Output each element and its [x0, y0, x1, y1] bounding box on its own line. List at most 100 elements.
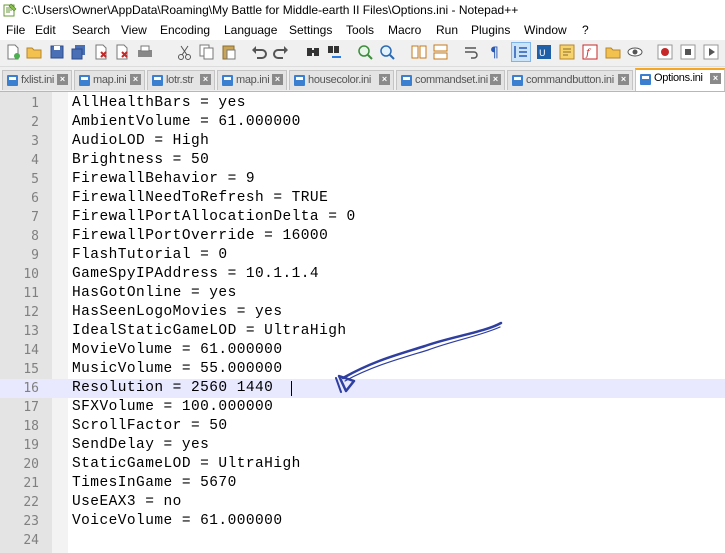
play-macro-icon[interactable]	[702, 43, 720, 61]
save-icon[interactable]	[48, 43, 66, 61]
editor-line[interactable]: 9 FlashTutorial = 0	[0, 246, 725, 265]
line-text[interactable]: Brightness = 50	[72, 151, 209, 170]
show-all-characters-icon[interactable]: ¶	[486, 43, 504, 61]
tab-commandset-ini[interactable]: commandset.ini ×	[396, 70, 505, 90]
editor-line[interactable]: 11 HasGotOnline = yes	[0, 284, 725, 303]
tab-fxlist-ini[interactable]: fxlist.ini ×	[2, 70, 72, 90]
menu-file[interactable]: File	[6, 23, 25, 37]
editor-line[interactable]: 23 VoiceVolume = 61.000000	[0, 512, 725, 531]
open-file-icon[interactable]	[25, 43, 43, 61]
replace-icon[interactable]	[326, 43, 344, 61]
indent-guide-icon[interactable]	[511, 42, 531, 62]
line-text[interactable]: HasSeenLogoMovies = yes	[72, 303, 282, 322]
undo-icon[interactable]	[250, 43, 268, 61]
line-text[interactable]: MusicVolume = 55.000000	[72, 360, 282, 379]
editor-line[interactable]: 18 ScrollFactor = 50	[0, 417, 725, 436]
editor-line[interactable]: 6 FirewallNeedToRefresh = TRUE	[0, 189, 725, 208]
folder-workspace-icon[interactable]	[604, 43, 622, 61]
line-text[interactable]: FirewallPortAllocationDelta = 0	[72, 208, 356, 227]
function-list-icon[interactable]: f	[581, 43, 599, 61]
menu-tools[interactable]: Tools	[346, 23, 374, 37]
tab-close-icon[interactable]: ×	[200, 74, 211, 85]
tab-close-icon[interactable]: ×	[272, 74, 283, 85]
editor-line[interactable]: 2 AmbientVolume = 61.000000	[0, 113, 725, 132]
menu-language[interactable]: Language	[224, 23, 277, 37]
editor-line[interactable]: 5 FirewallBehavior = 9	[0, 170, 725, 189]
editor-line[interactable]: 22 UseEAX3 = no	[0, 493, 725, 512]
menu-window[interactable]: Window	[524, 23, 567, 37]
line-text[interactable]: SendDelay = yes	[72, 436, 209, 455]
sync-vertical-icon[interactable]	[410, 43, 428, 61]
close-all-icon[interactable]	[114, 43, 132, 61]
menu-macro[interactable]: Macro	[388, 23, 421, 37]
editor-line[interactable]: 1 AllHealthBars = yes	[0, 94, 725, 113]
zoom-in-icon[interactable]	[356, 43, 374, 61]
save-all-icon[interactable]	[70, 43, 88, 61]
line-text[interactable]: FlashTutorial = 0	[72, 246, 228, 265]
zoom-out-icon[interactable]	[378, 43, 396, 61]
tab-close-icon[interactable]: ×	[618, 74, 629, 85]
editor-line[interactable]: 7 FirewallPortAllocationDelta = 0	[0, 208, 725, 227]
editor-line[interactable]: 24	[0, 531, 725, 550]
redo-icon[interactable]	[272, 43, 290, 61]
line-text[interactable]: IdealStaticGameLOD = UltraHigh	[72, 322, 347, 341]
line-text[interactable]: AllHealthBars = yes	[72, 94, 246, 113]
tab-commandbutton-ini[interactable]: commandbutton.ini ×	[507, 70, 633, 90]
editor-line[interactable]: 19 SendDelay = yes	[0, 436, 725, 455]
paste-icon[interactable]	[220, 43, 238, 61]
copy-icon[interactable]	[198, 43, 216, 61]
editor-line[interactable]: 3 AudioLOD = High	[0, 132, 725, 151]
menu-encoding[interactable]: Encoding	[160, 23, 210, 37]
print-icon[interactable]	[136, 43, 154, 61]
cut-icon[interactable]	[176, 43, 194, 61]
editor-line[interactable]: 16 Resolution = 2560 1440	[0, 379, 725, 398]
line-text[interactable]: UseEAX3 = no	[72, 493, 182, 512]
line-text[interactable]: ScrollFactor = 50	[72, 417, 228, 436]
tab-close-icon[interactable]: ×	[57, 74, 68, 85]
record-macro-icon[interactable]	[656, 43, 674, 61]
line-text[interactable]: FirewallNeedToRefresh = TRUE	[72, 189, 328, 208]
line-text[interactable]: StaticGameLOD = UltraHigh	[72, 455, 301, 474]
find-icon[interactable]	[304, 43, 322, 61]
tab-close-icon[interactable]: ×	[130, 74, 141, 85]
word-wrap-icon[interactable]	[462, 43, 480, 61]
tab-close-icon[interactable]: ×	[379, 74, 390, 85]
line-text[interactable]: VoiceVolume = 61.000000	[72, 512, 282, 531]
tab-close-icon[interactable]: ×	[490, 74, 501, 85]
tab-lotr-str[interactable]: lotr.str ×	[147, 70, 215, 90]
tab-close-icon[interactable]: ×	[710, 73, 721, 84]
line-text[interactable]: AudioLOD = High	[72, 132, 209, 151]
editor-line[interactable]: 12 HasSeenLogoMovies = yes	[0, 303, 725, 322]
tab-map-ini-2[interactable]: map.ini ×	[217, 70, 287, 90]
editor-line[interactable]: 20 StaticGameLOD = UltraHigh	[0, 455, 725, 474]
editor-line[interactable]: 14 MovieVolume = 61.000000	[0, 341, 725, 360]
doc-map-icon[interactable]	[558, 43, 576, 61]
line-text[interactable]: GameSpyIPAddress = 10.1.1.4	[72, 265, 319, 284]
tab-housecolor-ini[interactable]: housecolor.ini ×	[289, 70, 394, 90]
editor-line[interactable]: 17 SFXVolume = 100.000000	[0, 398, 725, 417]
stop-record-icon[interactable]	[679, 43, 697, 61]
sync-horizontal-icon[interactable]	[432, 43, 450, 61]
line-text[interactable]: MovieVolume = 61.000000	[72, 341, 282, 360]
menu-settings[interactable]: Settings	[289, 23, 332, 37]
menu-view[interactable]: View	[121, 23, 147, 37]
line-text[interactable]: HasGotOnline = yes	[72, 284, 237, 303]
editor-line[interactable]: 4 Brightness = 50	[0, 151, 725, 170]
editor-line[interactable]: 13 IdealStaticGameLOD = UltraHigh	[0, 322, 725, 341]
menu-edit[interactable]: Edit	[35, 23, 56, 37]
editor-line[interactable]: 15 MusicVolume = 55.000000	[0, 360, 725, 379]
line-text[interactable]: FirewallBehavior = 9	[72, 170, 255, 189]
new-file-icon[interactable]	[4, 43, 22, 61]
menu-search[interactable]: Search	[72, 23, 110, 37]
monitoring-icon[interactable]	[626, 43, 644, 61]
line-text[interactable]: TimesInGame = 5670	[72, 474, 237, 493]
menu-help[interactable]: ?	[582, 23, 589, 37]
line-text[interactable]: SFXVolume = 100.000000	[72, 398, 273, 417]
line-text[interactable]: AmbientVolume = 61.000000	[72, 113, 301, 132]
menu-run[interactable]: Run	[436, 23, 458, 37]
editor-pane[interactable]: 1 AllHealthBars = yes 2 AmbientVolume = 61.…	[0, 92, 725, 553]
tab-options-ini[interactable]: Options.ini ×	[635, 68, 725, 91]
editor-line[interactable]: 21 TimesInGame = 5670	[0, 474, 725, 493]
editor-line[interactable]: 10 GameSpyIPAddress = 10.1.1.4	[0, 265, 725, 284]
editor-line[interactable]: 8 FirewallPortOverride = 16000	[0, 227, 725, 246]
